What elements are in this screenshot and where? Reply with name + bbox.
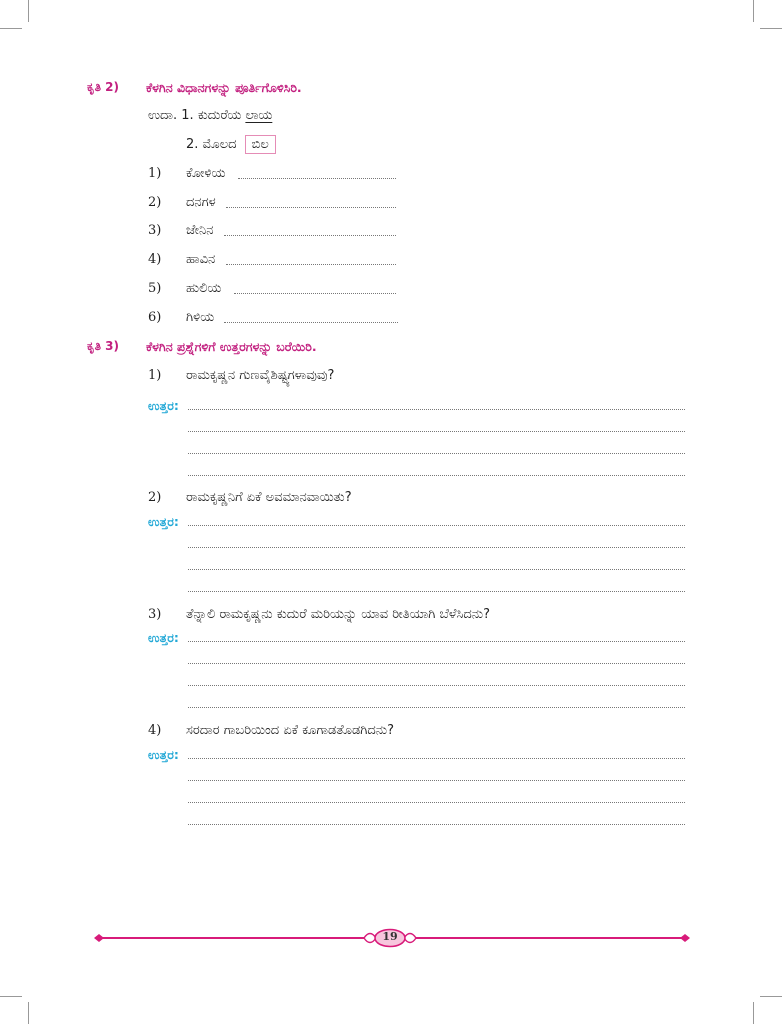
answer-line[interactable] [188,824,685,825]
list-item-word: ಹಾವಿನ [186,252,216,267]
list-item-word: ಕೋಳಿಯ [186,166,226,181]
activity-3-label: ಕೃತಿ 3) [87,339,119,353]
crop-mark [753,1002,754,1024]
answer-label: ಉತ್ತರ: [148,630,179,645]
list-item-word: ಗಿಳಿಯ [186,310,215,325]
crop-mark [28,0,29,22]
answer-line[interactable] [188,547,685,548]
question-text: ಸರದಾರ ಗಾಬರಿಯಿಂದ ಏಕೆ ಕೂಗಾಡತೊಡಗಿದನು? [186,723,395,738]
answer-line[interactable] [188,663,685,664]
list-item-number: 5) [148,281,162,296]
answer-label: ಉತ್ತರ: [148,514,179,529]
question-number: 1) [148,368,162,383]
fill-blank-line[interactable] [226,207,396,208]
fill-blank-line[interactable] [224,235,396,236]
question-text: ತೆನ್ನಾಲಿ ರಾಮಕೃಷ್ಣನು ಕುದುರೆ ಮರಿಯನ್ನು ಯಾವ … [186,607,490,622]
example-1-answer: ಲಾಯ [245,108,273,123]
crop-mark [28,1002,29,1024]
answer-line[interactable] [188,641,685,642]
question-number: 4) [148,723,162,738]
question-text: ರಾಮಕೃಷ್ಣನಿಗೆ ಏಕೆ ಅವಮಾನವಾಯಿತು? [186,490,352,505]
list-item-number: 1) [148,166,162,181]
answer-line[interactable] [188,591,685,592]
crop-mark [753,0,754,22]
footer-right-tip-icon [680,934,690,942]
list-item-number: 3) [148,223,162,238]
answer-line[interactable] [188,758,685,759]
answer-line[interactable] [188,802,685,803]
answer-line[interactable] [188,780,685,781]
answer-line[interactable] [188,453,685,454]
page-number: 19 [382,930,398,943]
crop-mark [0,28,22,29]
list-item-number: 2) [148,195,162,210]
answer-line[interactable] [188,707,685,708]
footer-left-tip-icon [94,934,104,942]
activity-2-label: ಕೃತಿ 2) [87,80,119,94]
answer-line[interactable] [188,431,685,432]
list-item-word: ದನಗಳ [186,195,216,210]
question-text: ರಾಮಕೃಷ್ಣನ ಗುಣವೈಶಿಷ್ಟ್ಯಗಳಾವುವು? [186,368,335,383]
fill-blank-line[interactable] [238,178,396,179]
answer-line[interactable] [188,409,685,410]
example-2: 2. ಮೊಲದ ಬಿಲ [186,135,276,154]
answer-line[interactable] [188,569,685,570]
example-1: ಉದಾ. 1. ಕುದುರೆಯ ಲಾಯ [148,108,272,123]
footer-divider-right [416,937,686,939]
question-number: 2) [148,490,162,505]
example-2-text: 2. ಮೊಲದ [186,137,237,152]
list-item-word: ಜೇನಿನ [186,223,214,238]
crop-mark [0,996,22,997]
example-1-text: ಉದಾ. 1. ಕುದುರೆಯ [148,108,242,123]
fill-blank-line[interactable] [226,264,396,265]
list-item-number: 6) [148,310,162,325]
answer-line[interactable] [188,475,685,476]
answer-line[interactable] [188,525,685,526]
answer-label: ಉತ್ತರ: [148,747,179,762]
question-number: 3) [148,607,162,622]
activity-3-title: ಕೆಳಗಿನ ಪ್ರಶ್ನೆಗಳಿಗೆ ಉತ್ತರಗಳನ್ನು ಬರೆಯಿರಿ. [146,339,317,354]
fill-blank-line[interactable] [234,293,396,294]
fill-blank-line[interactable] [224,322,398,323]
list-item-number: 4) [148,252,162,267]
crop-mark [760,28,782,29]
crop-mark [760,996,782,997]
list-item-word: ಹುಲಿಯ [186,281,222,296]
footer-divider-left [98,937,364,939]
workbook-page: { "activity2": { "label": "ಕೃತಿ 2)", "ti… [0,0,782,1024]
answer-line[interactable] [188,685,685,686]
example-2-answer-box: ಬಿಲ [244,135,276,154]
activity-2-title: ಕೆಳಗಿನ ವಿಧಾನಗಳನ್ನು ಪೂರ್ತಿಗೊಳಿಸಿರಿ. [146,80,302,95]
answer-label: ಉತ್ತರ: [148,398,179,413]
